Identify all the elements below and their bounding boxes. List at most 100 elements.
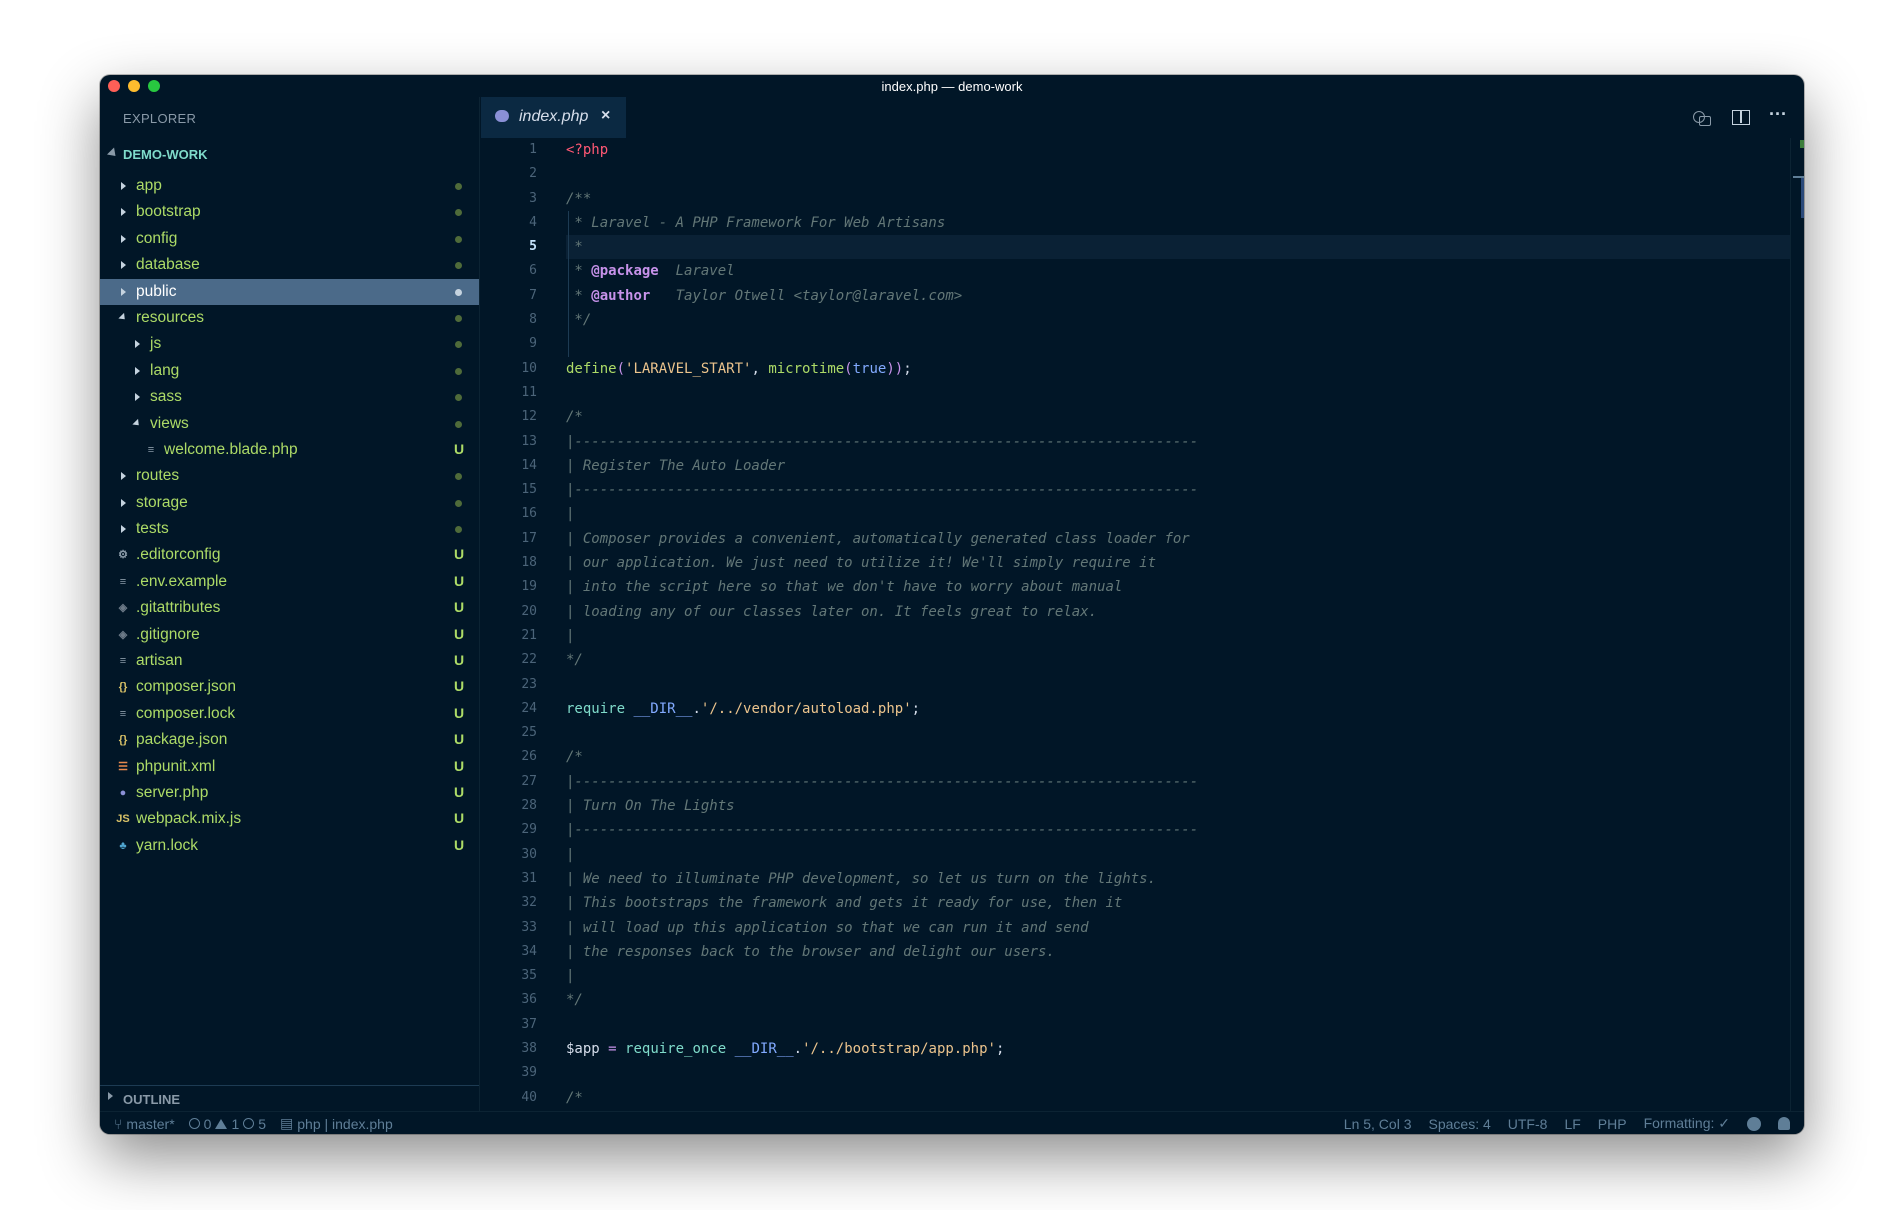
tree-item-editorconfig[interactable]: ⚙ .editorconfig U	[100, 542, 479, 568]
tree-item-lang[interactable]: lang	[100, 358, 479, 384]
code-line[interactable]	[566, 1013, 1790, 1037]
modified-dot	[455, 209, 462, 217]
tree-item-server-php[interactable]: ● server.php U	[100, 780, 479, 806]
outline-section[interactable]: OUTLINE	[100, 1085, 479, 1111]
lines-icon: ≡	[119, 575, 127, 588]
formatting-status[interactable]: Formatting: ✓	[1644, 1115, 1730, 1132]
code-line[interactable]: | We need to illuminate PHP development,…	[566, 867, 1790, 891]
code-line[interactable]: $app = require_once __DIR__.'/../bootstr…	[566, 1037, 1790, 1061]
code-line[interactable]	[566, 332, 1790, 356]
editor-scrollbar[interactable]	[1790, 138, 1804, 1111]
code-line[interactable]: | Turn On The Lights	[566, 794, 1790, 818]
split-editor-icon[interactable]	[1728, 107, 1752, 127]
code-token: */	[566, 312, 592, 329]
code-line[interactable]: |	[566, 502, 1790, 526]
code-line[interactable]	[566, 673, 1790, 697]
code-line[interactable]: */	[566, 308, 1790, 332]
chevron-right-icon	[116, 469, 130, 483]
code-line[interactable]: | This bootstraps the framework and gets…	[566, 891, 1790, 915]
code-line[interactable]: | loading any of our classes later on. I…	[566, 600, 1790, 624]
code-line[interactable]	[566, 721, 1790, 745]
code-line[interactable]: /*	[566, 405, 1790, 429]
code-line[interactable]	[566, 162, 1790, 186]
notifications-icon[interactable]	[1778, 1117, 1790, 1130]
tree-item-yarn-lock[interactable]: ♣ yarn.lock U	[100, 833, 479, 859]
code-line[interactable]: |	[566, 843, 1790, 867]
tree-item-js[interactable]: js	[100, 331, 479, 357]
indentation[interactable]: Spaces: 4	[1429, 1116, 1491, 1132]
code-line[interactable]: /*	[566, 745, 1790, 769]
tab-index-php[interactable]: index.php ×	[481, 97, 626, 138]
code-line[interactable]: | Register The Auto Loader	[566, 454, 1790, 478]
code-token: | Register The Auto Loader	[566, 457, 786, 474]
modified-dot	[455, 341, 462, 349]
tree-item-public[interactable]: public	[100, 278, 479, 305]
code-line[interactable]: *	[566, 235, 1790, 260]
tree-item-app[interactable]: app	[100, 173, 479, 199]
modified-dot	[455, 526, 462, 534]
code-editor[interactable]: 1 2 3 4 5 6 7 8 9 10 11 12 13 14 15 16 17 18 19 20 21 22 23 24 2…	[481, 138, 1804, 1111]
cursor-position[interactable]: Ln 5, Col 3	[1344, 1116, 1412, 1132]
language-breadcrumb[interactable]: ▤ php | index.php	[280, 1115, 393, 1132]
end-of-line[interactable]: LF	[1564, 1116, 1580, 1132]
tree-item-routes[interactable]: routes	[100, 463, 479, 489]
code-line[interactable]: * Laravel - A PHP Framework For Web Arti…	[566, 211, 1790, 235]
code-line[interactable]: | into the script here so that we don't …	[566, 575, 1790, 599]
tree-item-label: config	[136, 229, 178, 247]
tree-item-database[interactable]: database	[100, 252, 479, 278]
code-line[interactable]: */	[566, 988, 1790, 1012]
code-line[interactable]: /*	[566, 1086, 1790, 1110]
code-line[interactable]: | the responses back to the browser and …	[566, 940, 1790, 964]
code-line[interactable]: | our application. We just need to utili…	[566, 551, 1790, 575]
code-line[interactable]: |---------------------------------------…	[566, 430, 1790, 454]
line-number: 3	[529, 190, 537, 206]
code-line[interactable]: * @author Taylor Otwell <taylor@laravel.…	[566, 284, 1790, 308]
more-actions-icon[interactable]: ···	[1766, 105, 1790, 127]
code-line[interactable]: */	[566, 648, 1790, 672]
code-token: /**	[566, 190, 592, 207]
tree-item-package-json[interactable]: {} package.json U	[100, 727, 479, 753]
code-line[interactable]	[566, 381, 1790, 405]
code-token: require_once	[625, 1040, 727, 1057]
code-line[interactable]: <?php	[566, 138, 1790, 162]
code-area[interactable]: <?php /** * Laravel - A PHP Framework Fo…	[566, 138, 1790, 1110]
code-line[interactable]: |	[566, 964, 1790, 988]
tree-item-gitattributes[interactable]: ◈ .gitattributes U	[100, 595, 479, 621]
tree-item-artisan[interactable]: ≡ artisan U	[100, 648, 479, 674]
tree-item-sass[interactable]: sass	[100, 384, 479, 410]
tree-item-webpack-mix-js[interactable]: JS webpack.mix.js U	[100, 806, 479, 832]
language-mode[interactable]: PHP	[1598, 1116, 1627, 1132]
tree-item-phpunit-xml[interactable]: ☰ phpunit.xml U	[100, 754, 479, 780]
code-line[interactable]: require __DIR__.'/../vendor/autoload.php…	[566, 697, 1790, 721]
code-line[interactable]: * @package Laravel	[566, 259, 1790, 283]
tree-item-env-example[interactable]: ≡ .env.example U	[100, 569, 479, 595]
feedback-icon[interactable]	[1747, 1116, 1761, 1131]
encoding[interactable]: UTF-8	[1508, 1116, 1548, 1132]
code-line[interactable]	[566, 1061, 1790, 1085]
code-line[interactable]: define('LARAVEL_START', microtime(true))…	[566, 357, 1790, 381]
problems-indicator[interactable]: 0 1 5	[188, 1116, 266, 1132]
tree-item-views[interactable]: views	[100, 411, 479, 437]
tree-item-tests[interactable]: tests	[100, 516, 479, 542]
code-line[interactable]: | will load up this application so that …	[566, 916, 1790, 940]
code-line[interactable]: |---------------------------------------…	[566, 770, 1790, 794]
code-line[interactable]: |---------------------------------------…	[566, 478, 1790, 502]
tree-item-resources[interactable]: resources	[100, 305, 479, 331]
tree-item-welcome-blade-php[interactable]: ≡ welcome.blade.php U	[100, 437, 479, 463]
code-line[interactable]: /**	[566, 187, 1790, 211]
line-number: 11	[521, 384, 537, 400]
tree-item-bootstrap[interactable]: bootstrap	[100, 199, 479, 225]
tree-item-storage[interactable]: storage	[100, 490, 479, 516]
code-line[interactable]: | Composer provides a convenient, automa…	[566, 527, 1790, 551]
tree-item-gitignore[interactable]: ◈ .gitignore U	[100, 622, 479, 648]
code-line[interactable]: |---------------------------------------…	[566, 818, 1790, 842]
close-icon[interactable]: ×	[601, 107, 610, 125]
project-header[interactable]: DEMO-WORK	[100, 144, 479, 166]
code-line[interactable]: |	[566, 624, 1790, 648]
tree-item-composer-lock[interactable]: ≡ composer.lock U	[100, 701, 479, 727]
open-changes-icon[interactable]	[1690, 107, 1714, 127]
tree-item-composer-json[interactable]: {} composer.json U	[100, 674, 479, 700]
git-branch[interactable]: ⑂ master*	[114, 1116, 175, 1132]
yarn-icon: ♣	[119, 839, 127, 852]
tree-item-config[interactable]: config	[100, 226, 479, 252]
